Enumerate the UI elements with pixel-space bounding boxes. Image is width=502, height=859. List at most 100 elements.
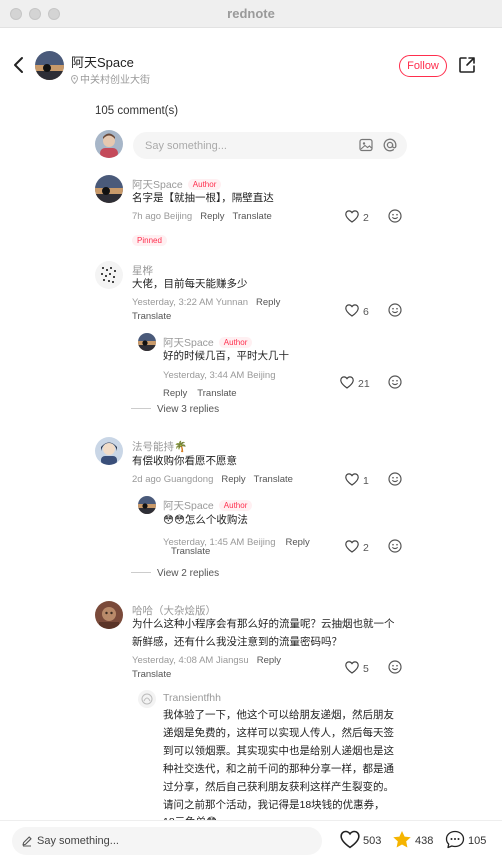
comment-time: Yesterday, 3:22 AM Yunnan: [132, 297, 249, 308]
view-replies-label[interactable]: View 3 replies: [157, 404, 219, 415]
comment-text: 大佬，目前每天能赚多少: [132, 278, 248, 290]
replier-avatar[interactable]: [138, 690, 156, 708]
comment-meta: 2d ago Guangdong Reply Translate: [132, 474, 293, 485]
emoji-reaction-icon[interactable]: [388, 472, 402, 486]
share-icon[interactable]: [458, 56, 476, 74]
reply-button[interactable]: Reply: [256, 297, 280, 308]
post-comment-button[interactable]: 105: [445, 830, 486, 849]
translate-button[interactable]: Translate: [233, 211, 272, 222]
location-text: 中关村创业大街: [80, 75, 150, 86]
comment-time: 2d ago Guangdong: [132, 474, 214, 485]
post-like-button[interactable]: 503: [340, 830, 381, 849]
comment-meta: Yesterday, 3:22 AM Yunnan Reply: [132, 297, 280, 308]
like-button[interactable]: 21: [340, 376, 370, 390]
my-avatar: [95, 130, 123, 158]
like-button[interactable]: 2: [345, 540, 369, 554]
view-replies-button[interactable]: View 3 replies: [131, 404, 219, 415]
author-location: 中关村创业大街: [70, 71, 150, 86]
replier-avatar[interactable]: [138, 333, 156, 351]
reply-text: 好的时候几百，平时大几十: [163, 350, 289, 362]
comment-text-line: 新鲜感，还有什么我没注意到的流量密码吗？: [132, 636, 342, 648]
location-pin-icon: [70, 74, 79, 85]
like-count: 6: [363, 306, 369, 318]
star-icon: [393, 831, 411, 848]
image-icon[interactable]: [359, 138, 373, 152]
translate-button[interactable]: Translate: [132, 311, 171, 322]
comment-time: Yesterday, 4:08 AM Jiangsu: [132, 655, 249, 666]
heart-icon: [345, 540, 359, 553]
comment-meta: 7h ago Beijing Reply Translate: [132, 211, 272, 222]
bottom-bar: Say something... 503 438 105: [0, 820, 502, 859]
author-badge: Author: [218, 500, 253, 511]
emoji-reaction-icon[interactable]: [388, 375, 402, 389]
commenter-name[interactable]: 法号能持🌴: [132, 439, 187, 454]
comment-time: 7h ago Beijing: [132, 211, 193, 222]
like-button[interactable]: 1: [345, 473, 369, 487]
author-badge: Author: [187, 179, 222, 190]
reply-button[interactable]: Reply: [200, 211, 224, 222]
like-count: 2: [363, 212, 369, 224]
replier-name[interactable]: Transientfhh: [163, 692, 221, 704]
commenter-avatar[interactable]: [95, 437, 123, 465]
post-comment-count: 105: [468, 835, 487, 847]
comment-meta: Yesterday, 4:08 AM Jiangsu Reply: [132, 655, 281, 666]
heart-icon: [345, 304, 359, 317]
reply-actions: Reply Translate: [163, 383, 237, 401]
view-replies-label[interactable]: View 2 replies: [157, 568, 219, 579]
like-button[interactable]: 5: [345, 661, 369, 675]
translate-button[interactable]: Translate: [132, 669, 171, 680]
replier-name[interactable]: 阿天Space Author: [163, 498, 253, 513]
reply-text-line: 我体验了一下，他这个可以给朋友递烟，然后朋友: [163, 709, 394, 721]
replier-name-text[interactable]: 阿天Space: [163, 500, 214, 512]
commenter-avatar[interactable]: [95, 175, 123, 203]
emoji-reaction-icon[interactable]: [388, 539, 402, 553]
reply-text-line: 种社交迭代，和之前千问的那种分享一样，都是通: [163, 763, 394, 775]
mention-icon[interactable]: [383, 138, 397, 152]
view-replies-button[interactable]: View 2 replies: [131, 568, 219, 579]
emoji-reaction-icon[interactable]: [388, 303, 402, 317]
translate-button[interactable]: Translate: [254, 474, 293, 485]
translate-button[interactable]: Translate: [171, 546, 210, 557]
post-header: 阿天Space 中关村创业大街 Follow: [0, 28, 502, 104]
author-badge: Author: [218, 337, 253, 348]
reply-text-line: 过分享，然后自己获利朋友获利这样产生裂变的。: [163, 781, 394, 793]
like-count: 1: [363, 475, 369, 487]
author-avatar[interactable]: [35, 51, 64, 80]
pinned-badge: Pinned: [132, 235, 167, 246]
like-button[interactable]: 6: [345, 304, 369, 318]
comment-input-placeholder: Say something...: [145, 140, 227, 152]
replier-avatar[interactable]: [138, 496, 156, 514]
emoji-reaction-icon[interactable]: [388, 660, 402, 674]
author-name[interactable]: 阿天Space: [71, 52, 134, 71]
comment-text-line: 为什么这种小程序会有那么好的流量呢？云抽烟也就一个: [132, 618, 395, 630]
heart-icon: [345, 473, 359, 486]
pencil-icon: [22, 836, 32, 847]
commenter-avatar[interactable]: [95, 261, 123, 289]
bottom-comment-input[interactable]: Say something...: [12, 827, 322, 855]
reply-button[interactable]: Reply: [221, 474, 245, 485]
comment-text: 名字是【就抽一根】，隔壁直达: [132, 192, 274, 204]
follow-button[interactable]: Follow: [399, 55, 447, 77]
comment-text: 有偿收购你看愿不愿意: [132, 455, 237, 467]
back-arrow-icon[interactable]: [10, 52, 28, 78]
reply-time: Yesterday, 3:44 AM Beijing: [163, 370, 276, 381]
reply-button[interactable]: Reply: [286, 537, 310, 548]
like-count: 21: [358, 378, 370, 390]
like-count: 2: [363, 542, 369, 554]
heart-icon: [345, 661, 359, 674]
reply-text-line: 递烟是免费的，这样可以实现人传人，然后每天签: [163, 727, 394, 739]
heart-icon: [345, 210, 359, 223]
reply-button[interactable]: Reply: [163, 388, 187, 399]
window-titlebar: rednote: [0, 0, 502, 28]
translate-button[interactable]: Translate: [197, 388, 236, 399]
reply-text: 😳😳怎么个收购法: [163, 514, 248, 526]
heart-icon: [340, 830, 360, 849]
window-title: rednote: [227, 6, 275, 21]
commenter-avatar[interactable]: [95, 601, 123, 629]
reply-button[interactable]: Reply: [257, 655, 281, 666]
like-button[interactable]: 2: [345, 210, 369, 224]
comment-count: 105 comment(s): [95, 105, 179, 117]
emoji-reaction-icon[interactable]: [388, 209, 402, 223]
post-star-button[interactable]: 438: [392, 830, 433, 849]
comment-input[interactable]: Say something...: [133, 132, 407, 159]
